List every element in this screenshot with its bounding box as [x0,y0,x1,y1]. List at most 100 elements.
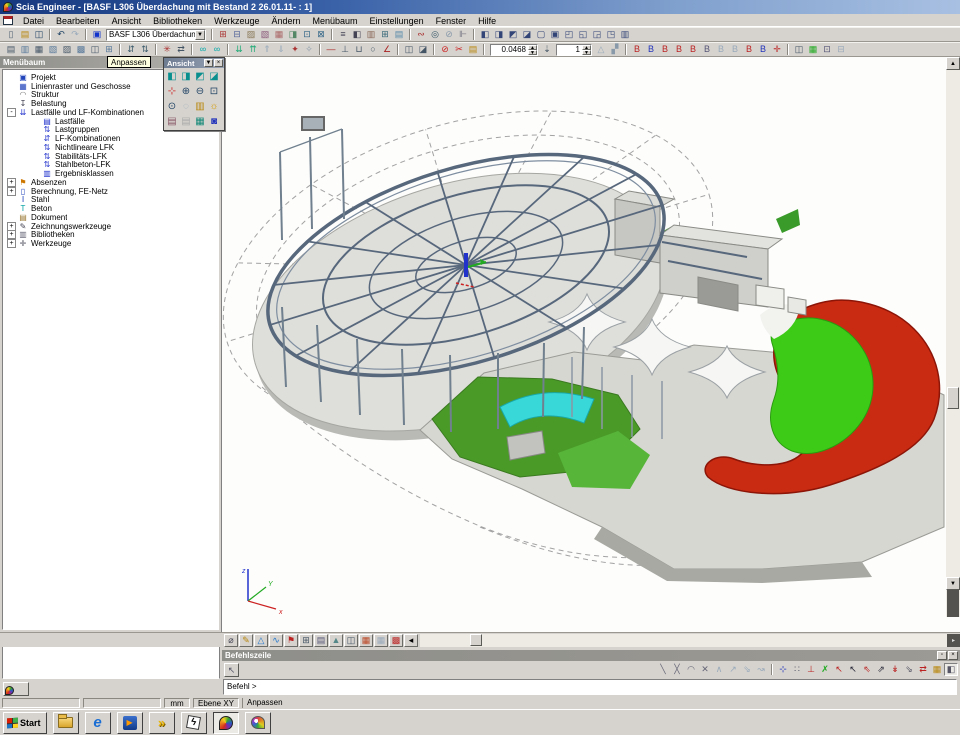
tb-window-layout-1-icon[interactable]: ◧ [478,28,492,41]
cmd-snap-tangent-icon[interactable]: ↝ [754,663,768,676]
view-render-photo-icon[interactable]: ▤ [165,114,179,129]
vp-member-labels-icon[interactable]: ∿ [269,634,283,647]
tb-open-icon[interactable]: ▤ [18,28,32,41]
view-light-icon[interactable]: ☼ [207,99,221,114]
tb-notes-icon[interactable]: ▤ [392,28,406,41]
tb-window-layout-9-icon[interactable]: ◲ [590,28,604,41]
tb-beam-4-icon[interactable]: B [672,43,686,56]
tb-beam-11-icon[interactable]: ✛ [770,43,784,56]
vp-edit-pencil-icon[interactable]: ✎ [239,634,253,647]
vp-clip-plane-icon[interactable]: ⌀ [224,634,238,647]
tree-item-stabilitaets-lfk[interactable]: ⇅Stabilitäts-LFK [3,152,218,161]
tb-send-back-icon[interactable]: ⇅ [138,43,152,56]
tb-clean-icon[interactable]: ⊘ [442,28,456,41]
taskbar-windows-explorer-button[interactable] [53,712,79,734]
tb-window-layout-11-icon[interactable]: ▥ [618,28,632,41]
view-render-photo-disabled-icon[interactable]: ▤ [179,114,193,129]
tb-copy-icon[interactable]: ▥ [18,43,32,56]
cmd-select-3-icon[interactable]: ⇖ [860,663,874,676]
view-view-axo-icon[interactable]: ◪ [207,69,221,84]
tb-select-poly-icon[interactable]: ◪ [416,43,430,56]
tb-circle-icon[interactable]: ○ [366,43,380,56]
tree-tab-button[interactable] [3,682,29,696]
cmd-snap-arc-icon[interactable]: ◠ [684,663,698,676]
tb-opening-icon[interactable]: ✦ [288,43,302,56]
tb-move-icon[interactable]: ▤ [4,43,18,56]
spin-down-icon[interactable]: ▼ [528,50,537,55]
view-ucs-icon[interactable]: ⊹ [165,84,179,99]
tb-active-document-icon[interactable]: ▣ [90,28,104,41]
tb-calculator-icon[interactable]: ⊞ [378,28,392,41]
tb-angle-icon[interactable]: ∠ [380,43,394,56]
view-view-x-icon[interactable]: ◧ [165,69,179,84]
scroll-up-icon[interactable]: ▲ [946,57,960,70]
panel-restore-icon[interactable]: ▫ [937,651,947,660]
tb-beam-3-icon[interactable]: B [658,43,672,56]
tb-folder-open-icon[interactable]: ▤ [466,43,480,56]
mdi-document-icon[interactable] [3,16,13,25]
tb-engineering-report-icon[interactable]: ▥ [364,28,378,41]
cmd-select-6-icon[interactable]: ⇘ [902,663,916,676]
tb-redo-icon[interactable]: ↷ [68,28,82,41]
tb-window-layout-4-icon[interactable]: ◪ [520,28,534,41]
close-icon[interactable]: × [214,59,223,67]
vp-shading-icon[interactable]: ▲ [329,634,343,647]
cmd-tables-icon[interactable]: ▦ [930,663,944,676]
tb-save-icon[interactable]: ◫ [32,28,46,41]
scroll-down-icon[interactable]: ▼ [946,577,960,590]
view-zoom-out-icon[interactable]: ⊖ [193,84,207,99]
tb-beam-2-icon[interactable]: B [644,43,658,56]
horizontal-scroll-thumb[interactable] [470,634,482,646]
vertical-scrollbar[interactable]: ▲ ▼ [946,57,960,617]
vp-render-gray-icon[interactable]: ▦ [374,634,388,647]
project-combo[interactable]: BASF L306 Überdachung ▼ [106,29,206,41]
view-view-y-icon[interactable]: ◨ [179,69,193,84]
start-button[interactable]: Start [3,712,47,734]
vp-fe-mesh-icon[interactable]: ▩ [389,634,403,647]
cmd-snap-cross-icon[interactable]: ╳ [670,663,684,676]
chevron-down-icon[interactable]: ▼ [204,59,213,67]
tb-weld-up-icon[interactable]: ⇈ [246,43,260,56]
viewport-3d[interactable]: z Y x ▲ ▼ [222,57,960,632]
cmd-cursor-snap-icon[interactable]: ⊹ [776,663,790,676]
view-planning-icon[interactable]: ▦ [193,114,207,129]
tb-project-manager-icon[interactable]: ⊞ [216,28,230,41]
tb-select-window-icon[interactable]: ◫ [402,43,416,56]
tb-beam-1-icon[interactable]: B [630,43,644,56]
cmd-active-tool-icon[interactable]: ◧ [944,663,958,676]
cmd-tracking-icon[interactable]: ✗ [818,663,832,676]
tb-line-icon[interactable]: — [324,43,338,56]
tb-print-data-icon[interactable]: ≡ [336,28,350,41]
view-zoom-previous-icon[interactable]: ◌ [179,99,193,114]
vp-surfaces-icon[interactable]: ⊞ [299,634,313,647]
tree-item-berechnung-fe-netz[interactable]: +▯Berechnung, FE-Netz [3,187,218,196]
tb-mirror-icon[interactable]: ▧ [46,43,60,56]
expand-icon[interactable]: + [7,187,16,196]
taskbar-winamp-button[interactable]: ϟ [181,712,207,734]
tb-copy-picture-icon[interactable]: ⊟ [230,28,244,41]
tb-window-layout-7-icon[interactable]: ◰ [562,28,576,41]
scale-spinner[interactable]: 0.0468 ▲▼ [490,44,538,56]
cursor-pointer-icon[interactable]: ↖ [224,663,239,677]
menu-item-bearbeiten[interactable]: Bearbeiten [50,15,106,27]
palette-header[interactable]: Ansicht ▼ × [164,58,224,68]
tree-item-werkzeuge[interactable]: +✛Werkzeuge [3,239,218,248]
tb-zoom-selection-icon[interactable]: ◎ [428,28,442,41]
scroll-right-icon[interactable]: ▸ [947,634,960,647]
tb-beam-5-icon[interactable]: B [686,43,700,56]
tb-render-view-icon[interactable]: ▦ [806,43,820,56]
taskbar-paint-button[interactable] [245,712,271,734]
tb-weld-down-icon[interactable]: ⇊ [232,43,246,56]
cmd-snap-mid-icon[interactable]: ∧ [712,663,726,676]
vp-volumes-icon[interactable]: ▤ [314,634,328,647]
cmd-select-4-icon[interactable]: ⇗ [874,663,888,676]
cmd-select-7-icon[interactable]: ⇄ [916,663,930,676]
tb-window-layout-8-icon[interactable]: ◱ [576,28,590,41]
tb-scale-factor-icon[interactable]: ⇣ [540,43,554,56]
tb-array-icon[interactable]: ◫ [88,43,102,56]
command-input[interactable]: Befehl > [223,679,957,695]
cmd-select-1-icon[interactable]: ↖ [832,663,846,676]
tb-join-icon[interactable]: ⇄ [174,43,188,56]
tree-item-stahl[interactable]: ⅠStahl [3,196,218,205]
tree-item-nichtlineare-lfk[interactable]: ⇅Nichtlineare LFK [3,143,218,152]
